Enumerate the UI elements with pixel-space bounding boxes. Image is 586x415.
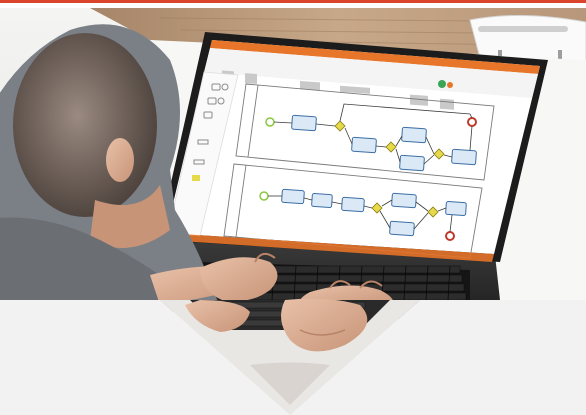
top-accent-bar bbox=[0, 0, 586, 3]
photo-scene bbox=[0, 0, 586, 415]
laptop-screen bbox=[165, 40, 540, 262]
photo-illustration bbox=[0, 0, 586, 415]
